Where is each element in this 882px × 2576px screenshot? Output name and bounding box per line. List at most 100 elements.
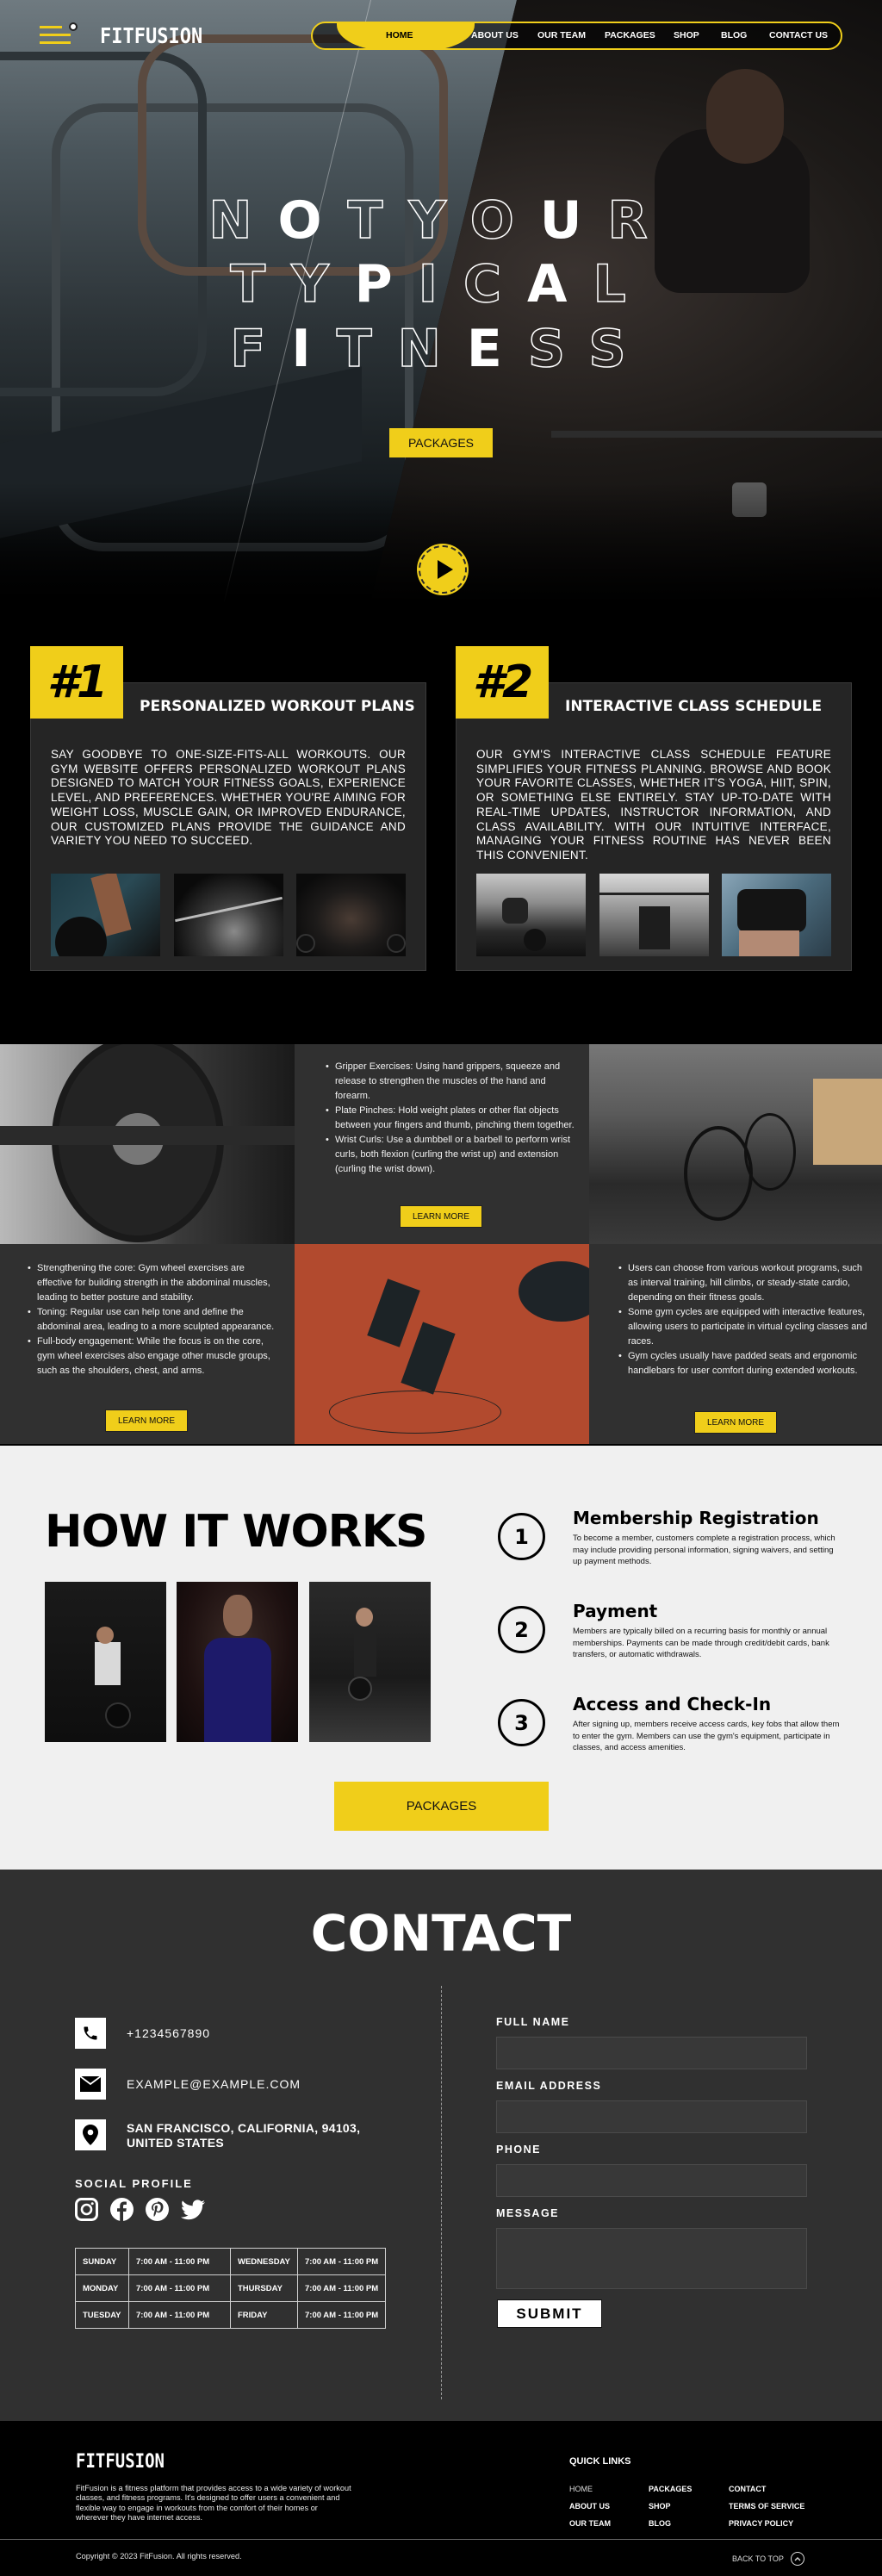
quick-link[interactable]: TERMS OF SERVICE [729, 2502, 804, 2511]
nav-our-team[interactable]: OUR TEAM [537, 30, 586, 40]
email-address[interactable]: EXAMPLE@EXAMPLE.COM [127, 2077, 301, 2092]
exercise-list-item: Full-body engagement: While the focus is… [28, 1335, 277, 1378]
submit-button[interactable]: SUBMIT [497, 2299, 602, 2328]
section-title: HOW IT WORKS [45, 1506, 427, 1558]
dumbbells-photo [295, 1244, 589, 1444]
envelope-icon [75, 2069, 106, 2100]
feature-card-2: #2 INTERACTIVE CLASS SCHEDULE Our gym's … [456, 646, 852, 974]
copyright-text: Copyright © 2023 FitFusion. All rights r… [76, 2552, 242, 2560]
learn-more-button[interactable]: LEARN MORE [400, 1205, 482, 1228]
phone-input[interactable] [496, 2164, 807, 2197]
footer-divider [0, 2539, 882, 2540]
instagram-icon[interactable] [75, 2198, 99, 2222]
hamburger-icon[interactable] [40, 22, 78, 47]
nav-about-us[interactable]: ABOUT US [471, 30, 519, 40]
chevron-up-icon [790, 2552, 804, 2566]
feature-card-1: #1 PERSONALIZED WORKOUT PLANS Say goodby… [30, 646, 426, 974]
hero-packages-button[interactable]: PACKAGES [389, 428, 493, 457]
hours-row: MONDAY 7:00 AM - 11:00 PM THURSDAY 7:00 AM … [75, 2274, 387, 2302]
woman-barbell-photo [173, 874, 283, 956]
nav-packages[interactable]: PACKAGES [605, 30, 655, 40]
footer-brand-logo[interactable]: FITFUSION [76, 2450, 165, 2472]
column-divider [441, 1986, 442, 2399]
hero-title-letter: I [291, 319, 337, 379]
step-number-circle: 1 [498, 1513, 545, 1560]
weight-plate-photo [0, 1044, 295, 1244]
nav-contact-us[interactable]: CONTACT US [769, 30, 828, 40]
hero-title-letter: E [466, 319, 528, 379]
quick-link[interactable]: SHOP [649, 2502, 671, 2511]
step-title: Access and Check-In [573, 1694, 772, 1714]
exercise-list-item: Some gym cycles are equipped with intera… [618, 1305, 868, 1349]
gym-wheel-panel: Strengthening the core: Gym wheel exerci… [0, 1244, 295, 1444]
quick-link[interactable]: ABOUT US [569, 2502, 610, 2511]
hours-time: 7:00 AM - 11:00 PM [128, 2248, 231, 2275]
man-lifting-photo [296, 874, 406, 956]
hours-row: SUNDAY 7:00 AM - 11:00 PM WEDNESDAY 7:00 AM… [75, 2248, 387, 2275]
tattooed-woman-photo [722, 874, 831, 956]
packages-button[interactable]: PACKAGES [334, 1782, 549, 1831]
trainer-photo-3 [309, 1582, 431, 1742]
social-profile-label: SOCIAL PROFILE [75, 2177, 193, 2190]
top-navigation: FITFUSION HOME ABOUT US OUR TEAM PACKAGE… [0, 0, 882, 69]
pinterest-icon[interactable] [146, 2198, 170, 2222]
hours-day: MONDAY [75, 2274, 129, 2302]
step-title: Payment [573, 1601, 658, 1621]
quick-link[interactable]: CONTACT [729, 2485, 766, 2493]
quick-link[interactable]: PACKAGES [649, 2485, 692, 2493]
section-title: CONTACT [310, 1904, 572, 1963]
quick-link[interactable]: HOME [569, 2485, 593, 2493]
hero-title-letter: Y [408, 190, 470, 252]
learn-more-button[interactable]: LEARN MORE [694, 1411, 777, 1434]
footer-description: FitFusion is a fitness platform that pro… [76, 2484, 351, 2522]
quick-link[interactable]: BLOG [649, 2519, 671, 2528]
hero-title-line-3: FITNESS [0, 318, 882, 380]
step-number-circle: 3 [498, 1699, 545, 1746]
step-description: To become a member, customers complete a… [573, 1534, 835, 1567]
hero-title-letter: N [397, 318, 467, 380]
learn-more-button[interactable]: LEARN MORE [105, 1409, 188, 1432]
bench-press-photo [599, 874, 709, 956]
hero-title-line-2: TYPICAL [0, 253, 882, 315]
step-title: Membership Registration [573, 1508, 819, 1528]
feature-description: Say goodbye to one-size-fits-all workout… [51, 748, 406, 848]
back-to-top-label: BACK TO TOP [732, 2554, 784, 2563]
feature-title: INTERACTIVE CLASS SCHEDULE [565, 698, 823, 715]
email-label: EMAIL ADDRESS [496, 2080, 602, 2092]
nav-blog[interactable]: BLOG [721, 30, 747, 40]
full-name-input[interactable] [496, 2037, 807, 2069]
email-input[interactable] [496, 2100, 807, 2133]
quick-links-title: QUICK LINKS [569, 2456, 631, 2467]
back-to-top-link[interactable]: BACK TO TOP [732, 2552, 804, 2566]
step-description: After signing up, members receive access… [573, 1720, 840, 1753]
hero-title-letter: P [354, 254, 419, 314]
exercise-list-item: Toning: Regular use can help tone and de… [28, 1305, 277, 1335]
facebook-icon[interactable] [110, 2198, 134, 2222]
exercise-list: Gripper Exercises: Using hand grippers, … [326, 1060, 575, 1177]
nav-home[interactable]: HOME [386, 30, 413, 40]
quick-link[interactable]: OUR TEAM [569, 2519, 611, 2528]
gym-cycles-photo [589, 1044, 882, 1244]
quick-link[interactable]: PRIVACY POLICY [729, 2519, 793, 2528]
play-video-button[interactable] [419, 545, 467, 594]
step-description: Members are typically billed on a recurr… [573, 1627, 829, 1660]
hero-title-letter: U [539, 190, 608, 251]
opening-hours-table: SUNDAY 7:00 AM - 11:00 PM WEDNESDAY 7:00 AM… [75, 2248, 387, 2329]
hero-title-letter: R [607, 190, 674, 252]
hero-title-letter: T [336, 318, 398, 380]
brand-logo[interactable]: FITFUSION [100, 24, 202, 49]
message-textarea[interactable] [496, 2228, 807, 2289]
hours-day: FRIDAY [230, 2301, 298, 2329]
contact-section: CONTACT +1234567890 EXAMPLE@EXAMPLE.COM … [0, 1870, 882, 2421]
twitter-icon[interactable] [181, 2198, 205, 2222]
exercise-grid-section: Gripper Exercises: Using hand grippers, … [0, 1044, 882, 1444]
address-line-1: SAN FRANCISCO, CALIFORNIA, 94103, [127, 2121, 361, 2135]
feature-number: #1 [30, 646, 123, 719]
phone-number[interactable]: +1234567890 [127, 2026, 210, 2041]
hours-time: 7:00 AM - 11:00 PM [296, 2274, 387, 2302]
hero-section: FITFUSION HOME ABOUT US OUR TEAM PACKAGE… [0, 0, 882, 603]
exercise-list-item: Gym cycles usually have padded seats and… [618, 1349, 868, 1378]
step-number-circle: 2 [498, 1606, 545, 1653]
nav-shop[interactable]: SHOP [674, 30, 699, 40]
hero-title-letter: N [208, 190, 278, 252]
